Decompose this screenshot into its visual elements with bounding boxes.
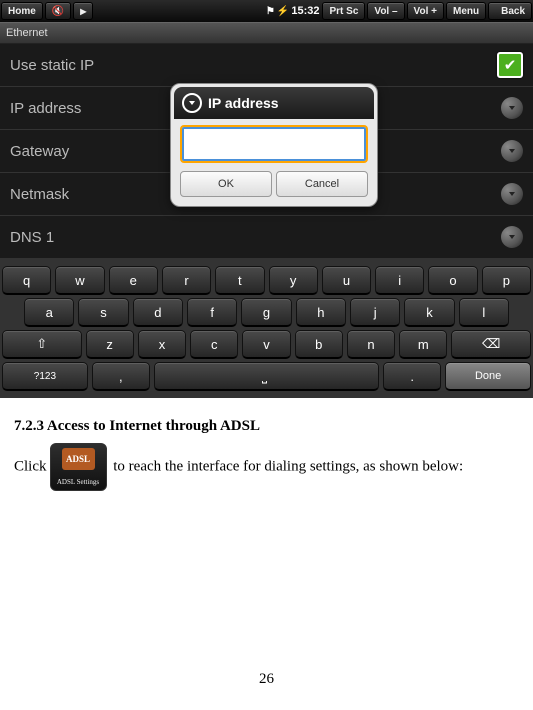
key-v[interactable]: v (242, 330, 290, 359)
dialog-cancel-button[interactable]: Cancel (276, 171, 368, 197)
adsl-icon-caption: ADSL Settings (51, 478, 106, 488)
document-body: 7.2.3 Access to Internet through ADSL Cl… (0, 398, 533, 501)
page-number: 26 (0, 671, 533, 698)
key-space[interactable]: ⎵ (154, 362, 380, 391)
key-h[interactable]: h (296, 298, 346, 327)
key-shift[interactable]: ⇧ (2, 330, 82, 359)
key-t[interactable]: t (215, 266, 264, 295)
key-m[interactable]: m (399, 330, 447, 359)
row-dns1[interactable]: DNS 1 (0, 216, 533, 259)
volume-down-button[interactable]: Vol – (367, 2, 404, 20)
menu-button[interactable]: Menu (446, 2, 486, 20)
key-y[interactable]: y (269, 266, 318, 295)
key-q[interactable]: q (2, 266, 51, 295)
screen-title: Ethernet (0, 22, 533, 44)
row-label: Netmask (10, 186, 69, 203)
chevron-down-icon[interactable] (501, 140, 523, 162)
chevron-down-icon[interactable] (501, 183, 523, 205)
back-button[interactable]: Back (488, 2, 532, 20)
key-l[interactable]: l (459, 298, 509, 327)
key-e[interactable]: e (109, 266, 158, 295)
dialog-icon (182, 93, 202, 113)
chevron-down-icon[interactable] (501, 97, 523, 119)
key-period[interactable]: . (383, 362, 441, 391)
key-i[interactable]: i (375, 266, 424, 295)
row-use-static-ip[interactable]: Use static IP ✔ (0, 44, 533, 87)
doc-text: to reach the interface for dialing setti… (110, 458, 464, 474)
key-k[interactable]: k (404, 298, 454, 327)
key-p[interactable]: p (482, 266, 531, 295)
doc-text: Click (14, 458, 47, 474)
key-n[interactable]: n (347, 330, 395, 359)
row-label: Gateway (10, 143, 69, 160)
key-b[interactable]: b (295, 330, 343, 359)
key-d[interactable]: d (133, 298, 183, 327)
dialog-text-input[interactable] (182, 127, 366, 161)
key-x[interactable]: x (138, 330, 186, 359)
key-w[interactable]: w (55, 266, 104, 295)
home-button[interactable]: Home (1, 2, 43, 20)
section-heading: 7.2.3 Access to Internet through ADSL (14, 418, 519, 435)
statusbar-time: 15:32 (291, 5, 319, 17)
key-z[interactable]: z (86, 330, 134, 359)
dialog-ok-button[interactable]: OK (180, 171, 272, 197)
key-r[interactable]: r (162, 266, 211, 295)
chevron-down-icon[interactable] (501, 226, 523, 248)
key-symbols[interactable]: ?123 (2, 362, 88, 391)
row-label: Use static IP (10, 57, 94, 74)
adsl-settings-icon: ADSL ADSL Settings (50, 443, 107, 491)
row-label: IP address (10, 100, 81, 117)
statusbar-mute-icon[interactable]: 🔇 (45, 2, 71, 20)
key-c[interactable]: c (190, 330, 238, 359)
volume-up-button[interactable]: Vol + (407, 2, 444, 20)
dialog-title: IP address (208, 95, 279, 111)
key-done[interactable]: Done (445, 362, 531, 391)
key-g[interactable]: g (241, 298, 291, 327)
status-bar: Home 🔇 ▶ ⚑ ⚡ 15:32 Prt Sc Vol – Vol + Me… (0, 0, 533, 22)
statusbar-battery-icon: ⚡ (277, 6, 289, 17)
ip-address-dialog: IP address OK Cancel (170, 83, 378, 207)
checkbox-checked-icon[interactable]: ✔ (497, 52, 523, 78)
statusbar-indicator-icon: ⚑ (266, 6, 275, 17)
row-label: DNS 1 (10, 229, 54, 246)
key-f[interactable]: f (187, 298, 237, 327)
adsl-icon-label: ADSL (62, 448, 95, 470)
key-comma[interactable]: , (92, 362, 150, 391)
on-screen-keyboard: qwertyuiop asdfghjkl ⇧ zxcvbnm ⌫ ?123 , … (0, 259, 533, 398)
statusbar-play-icon[interactable]: ▶ (73, 2, 93, 20)
key-a[interactable]: a (24, 298, 74, 327)
key-j[interactable]: j (350, 298, 400, 327)
key-backspace[interactable]: ⌫ (451, 330, 531, 359)
key-u[interactable]: u (322, 266, 371, 295)
key-o[interactable]: o (428, 266, 477, 295)
key-s[interactable]: s (78, 298, 128, 327)
printscreen-button[interactable]: Prt Sc (322, 2, 365, 20)
